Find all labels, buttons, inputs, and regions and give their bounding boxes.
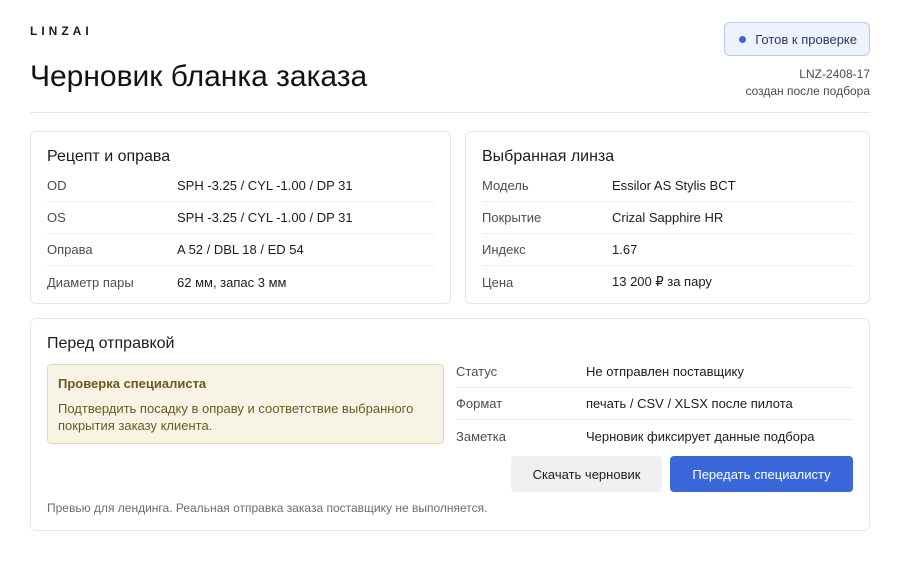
row-value: Essilor AS Stylis BCT bbox=[612, 178, 736, 193]
row-key: Диаметр пары bbox=[47, 274, 134, 290]
row-key: OS bbox=[47, 210, 66, 225]
order-meta: LNZ-2408-17 создан после подбора bbox=[745, 66, 870, 100]
row-value: A 52 / DBL 18 / ED 54 bbox=[177, 242, 304, 257]
row-value: Черновик фиксирует данные подбора bbox=[586, 428, 815, 444]
row-value: 1.67 bbox=[612, 242, 638, 257]
specialist-check-notice: Проверка специалиста Подтвердить посадку… bbox=[47, 364, 444, 444]
prescription-row-od: OD SPH -3.25 / CYL -1.00 / DP 31 bbox=[47, 170, 434, 202]
row-value: 13 200 ₽ за пару bbox=[612, 274, 712, 289]
send-row-status: Статус Не отправлен поставщику bbox=[456, 356, 853, 388]
status-badge: Готов к проверке bbox=[724, 22, 870, 56]
lens-row-model: Модель Essilor AS Stylis BCT bbox=[482, 170, 853, 202]
row-value: печать / CSV / XLSX после пилота bbox=[586, 396, 793, 411]
row-key: Заметка bbox=[456, 428, 506, 444]
selected-lens-card: Выбранная линза Модель Essilor AS Stylis… bbox=[465, 131, 870, 304]
lens-row-coating: Покрытие Crizal Sapphire HR bbox=[482, 202, 853, 234]
brand-logo: LINZAI bbox=[30, 24, 93, 38]
order-created-note: создан после подбора bbox=[745, 84, 870, 98]
row-value: Crizal Sapphire HR bbox=[612, 210, 724, 225]
lens-row-index: Индекс 1.67 bbox=[482, 234, 853, 266]
send-row-format: Формат печать / CSV / XLSX после пилота bbox=[456, 388, 853, 420]
page-title: Черновик бланка заказа bbox=[30, 60, 368, 93]
prescription-list: OD SPH -3.25 / CYL -1.00 / DP 31 OS SPH … bbox=[47, 170, 434, 298]
selected-lens-card-title: Выбранная линза bbox=[482, 148, 615, 165]
header-divider bbox=[30, 112, 870, 113]
prescription-row-frame: Оправа A 52 / DBL 18 / ED 54 bbox=[47, 234, 434, 266]
row-key: Индекс bbox=[482, 242, 526, 257]
row-key: Цена bbox=[482, 274, 514, 290]
before-sending-card: Перед отправкой Проверка специалиста Под… bbox=[30, 318, 870, 531]
row-key: Формат bbox=[456, 396, 503, 411]
row-key: Оправа bbox=[47, 242, 93, 257]
status-badge-label: Готов к проверке bbox=[755, 31, 857, 47]
row-key: Модель bbox=[482, 178, 529, 193]
row-value: SPH -3.25 / CYL -1.00 / DP 31 bbox=[177, 178, 353, 193]
row-value: SPH -3.25 / CYL -1.00 / DP 31 bbox=[177, 210, 353, 225]
row-key: Покрытие bbox=[482, 210, 542, 225]
status-dot-icon bbox=[739, 35, 747, 43]
send-row-note: Заметка Черновик фиксирует данные подбор… bbox=[456, 420, 853, 452]
row-value: 62 мм, запас 3 мм bbox=[177, 274, 287, 290]
prescription-card-title: Рецепт и оправа bbox=[47, 148, 171, 165]
row-key: OD bbox=[47, 178, 67, 193]
lens-list: Модель Essilor AS Stylis BCT Покрытие Cr… bbox=[482, 170, 853, 298]
send-to-specialist-button[interactable]: Передать специалисту bbox=[670, 456, 853, 492]
prescription-card: Рецепт и оправа OD SPH -3.25 / CYL -1.00… bbox=[30, 131, 451, 304]
prescription-row-diameter: Диаметр пары 62 мм, запас 3 мм bbox=[47, 266, 434, 298]
preview-footnote: Превью для лендинга. Реальная отправка з… bbox=[47, 501, 488, 515]
notice-text: Подтвердить посадку в оправу и соответст… bbox=[58, 401, 414, 433]
order-draft-page: LINZAI Готов к проверке Черновик бланка … bbox=[0, 0, 900, 562]
notice-title: Проверка специалиста bbox=[58, 376, 207, 391]
download-draft-button[interactable]: Скачать черновик bbox=[511, 456, 662, 492]
before-sending-title: Перед отправкой bbox=[47, 335, 175, 352]
row-value: Не отправлен поставщику bbox=[586, 364, 744, 379]
row-key: Статус bbox=[456, 364, 498, 379]
send-details-list: Статус Не отправлен поставщику Формат пе… bbox=[456, 356, 853, 452]
order-id: LNZ-2408-17 bbox=[799, 67, 870, 81]
prescription-row-os: OS SPH -3.25 / CYL -1.00 / DP 31 bbox=[47, 202, 434, 234]
lens-row-price: Цена 13 200 ₽ за пару bbox=[482, 266, 853, 298]
